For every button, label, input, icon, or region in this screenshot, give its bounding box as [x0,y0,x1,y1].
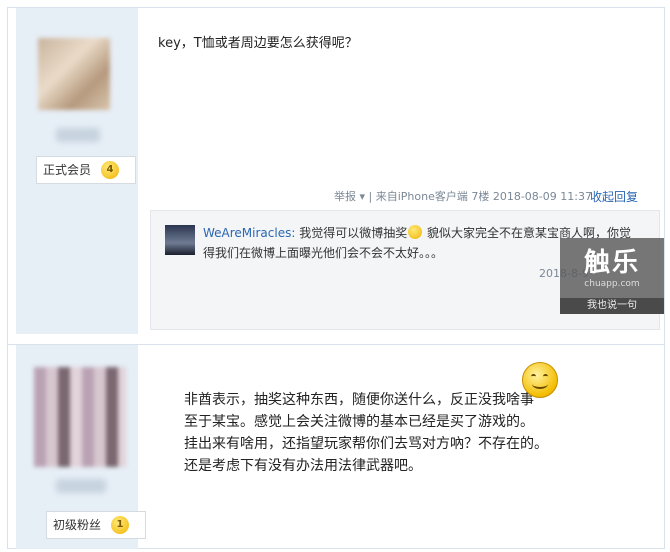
chuapp-watermark: 触乐 chuapp.com 我也说一句 [560,238,664,314]
comment-button[interactable]: 我也说一句 [560,298,664,314]
post-line: 挂出来有啥用，还指望玩家帮你们去骂对方吶？不存在的。 [184,436,548,452]
smile-emoji-icon [408,225,423,239]
post-line: 还是考虑下有没有办法用法律武器吧。 [184,458,422,474]
rank-label: 正式会员 [43,163,92,177]
post-line: 非酋表示，抽奖这种东西，随便你送什么，反正没我啥事 [184,392,534,408]
user-sidebar: 初级粉丝 1 [16,345,146,549]
reply-author-link[interactable]: WeAreMiracles: [203,226,295,240]
collapse-reply-link[interactable]: 收起回复 [590,188,638,205]
rank-badge: 初级粉丝 1 [46,511,146,539]
watermark-url: chuapp.com [584,279,640,289]
avatar[interactable] [34,367,126,467]
post-content: 非酋表示，抽奖这种东西，随便你送什么，反正没我啥事 至于某宝。感觉上会关注微博的… [184,389,548,477]
rank-badge: 正式会员 4 [36,156,136,184]
post-floor-8: 初级粉丝 1 非酋表示，抽奖这种东西，随便你送什么，反正没我啥事 至于某宝。感觉… [8,344,664,549]
username-blurred[interactable] [56,479,106,493]
post-meta: 举报 ▾ | 来自iPhone客户端 7楼 2018-08-09 11:37 [334,190,592,203]
user-sidebar: 正式会员 4 [16,8,138,334]
smile-emoji-icon [522,362,558,398]
reply-avatar[interactable] [165,225,195,255]
level-star-icon: 4 [101,161,120,179]
reply-text-part1: 我觉得可以微博抽奖 [295,226,408,240]
rank-label: 初级粉丝 [53,518,102,532]
username-blurred[interactable] [56,128,100,142]
level-star-icon: 1 [111,516,130,534]
avatar[interactable] [38,38,110,110]
watermark-logo: 触乐 [583,248,640,278]
post-content: key，T恤或者周边要怎么获得呢？ [158,36,358,51]
post-line: 至于某宝。感觉上会关注微博的基本已经是买了游戏的。 [184,414,534,430]
